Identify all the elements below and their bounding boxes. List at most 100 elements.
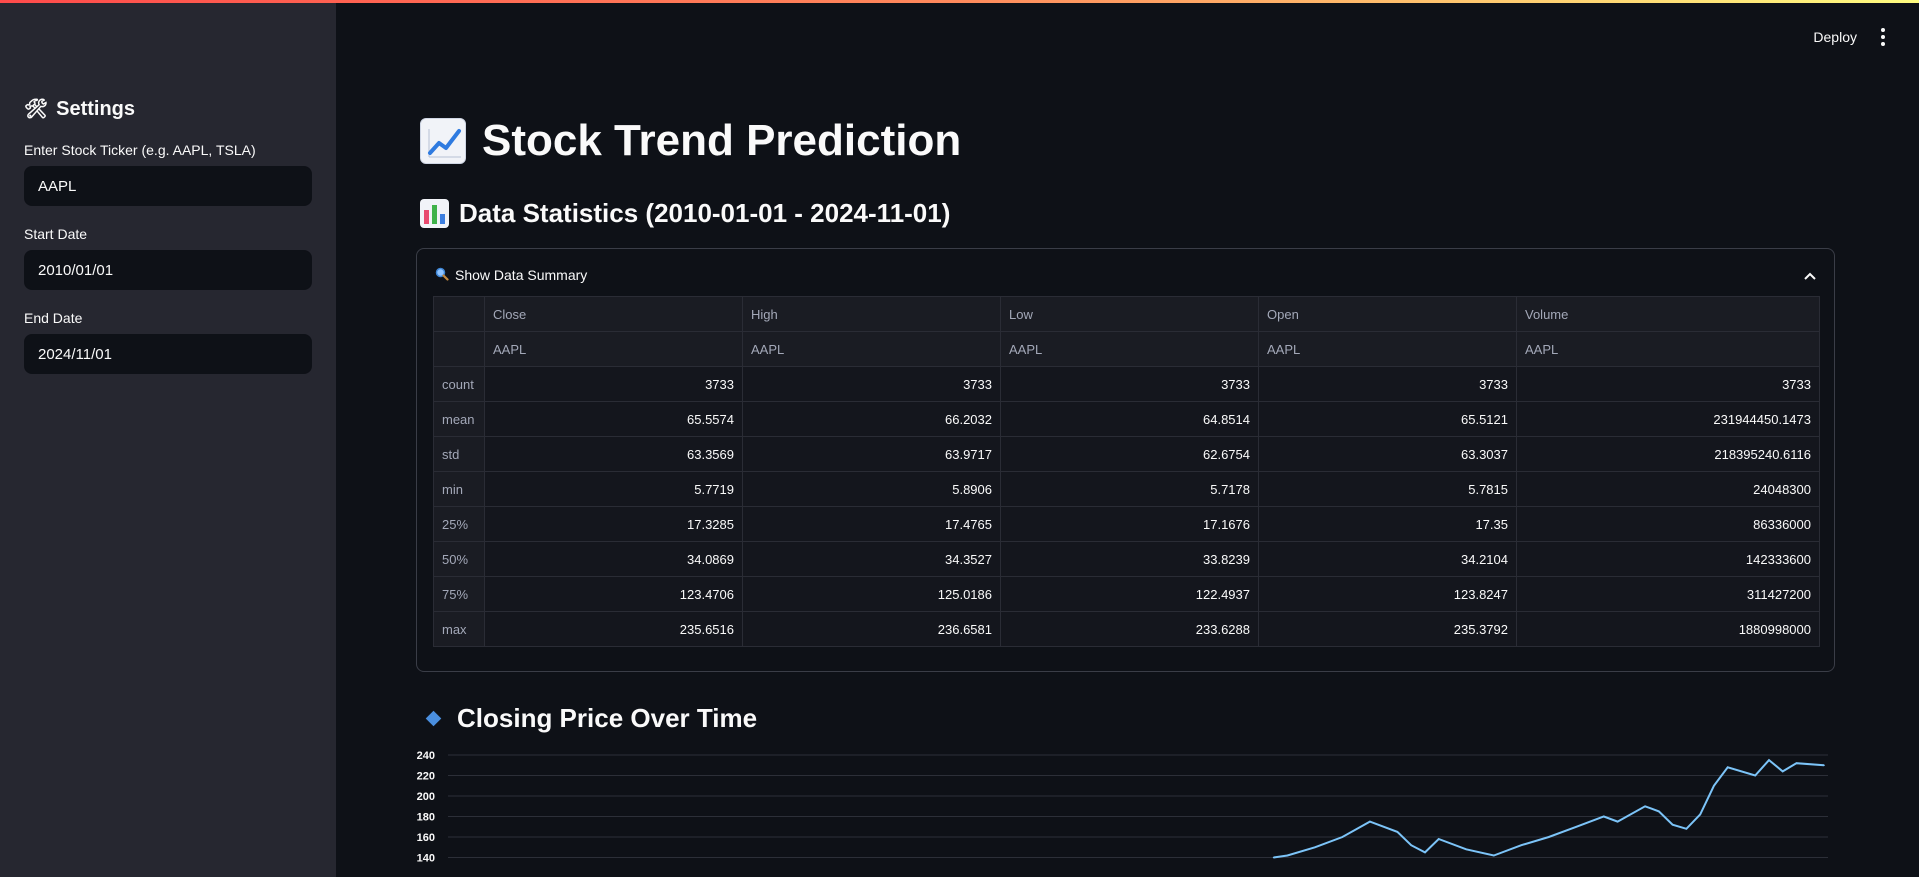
- table-cell[interactable]: 5.7719: [484, 471, 743, 507]
- table-cell[interactable]: 142333600: [1516, 541, 1820, 577]
- data-point: [1369, 820, 1371, 823]
- data-point: [1465, 848, 1467, 851]
- table-cell[interactable]: 64.8514: [1000, 401, 1259, 437]
- end-date-input[interactable]: 2024/11/01: [24, 334, 312, 374]
- table-cell[interactable]: 34.2104: [1258, 541, 1517, 577]
- table-cell[interactable]: 33.8239: [1000, 541, 1259, 577]
- chart-heading-text: Closing Price Over Time: [457, 703, 758, 733]
- column-header[interactable]: Low: [1000, 296, 1259, 332]
- chevron-up-icon[interactable]: [1804, 268, 1816, 283]
- top-decoration-bar: [0, 0, 1919, 3]
- table-cell[interactable]: 3733: [1258, 366, 1517, 402]
- closing-price-chart: 140 160 180 200 220 240: [408, 745, 1828, 877]
- sidebar-title-text: Settings: [56, 97, 136, 120]
- column-header[interactable]: High: [742, 296, 1001, 332]
- table-cell[interactable]: 231944450.1473: [1516, 401, 1820, 437]
- table-cell[interactable]: 233.6288: [1000, 611, 1259, 647]
- header-actions: Deploy: [1813, 26, 1889, 48]
- table-cell[interactable]: 17.35: [1258, 506, 1517, 542]
- table-cell[interactable]: 17.3285: [484, 506, 743, 542]
- table-cell[interactable]: 5.8906: [742, 471, 1001, 507]
- table-cell[interactable]: 34.0869: [484, 541, 743, 577]
- row-index-cell: count: [433, 366, 485, 402]
- table-cell[interactable]: 86336000: [1516, 506, 1820, 542]
- data-point: [1286, 854, 1289, 857]
- closing-price-chart-svg: 140 160 180 200 220 240: [417, 750, 1828, 865]
- ticker-input[interactable]: AAPL: [24, 166, 312, 206]
- row-index-cell: 50%: [433, 541, 485, 577]
- y-tick-label: 220: [417, 771, 435, 783]
- ticker-label: Enter Stock Ticker (e.g. AAPL, TSLA): [24, 142, 256, 158]
- table-cell[interactable]: 65.5574: [484, 401, 743, 437]
- table-row: 25% 17.3285 17.4765 17.1676 17.35 86336000: [433, 506, 1820, 542]
- table-row: count 3733 3733 3733 3733 3733: [433, 366, 1820, 402]
- data-point: [1548, 836, 1550, 838]
- deploy-button[interactable]: Deploy: [1813, 29, 1857, 45]
- data-point: [1520, 844, 1523, 846]
- table-cell[interactable]: 62.6754: [1000, 436, 1259, 472]
- table-cell[interactable]: 3733: [1000, 366, 1259, 402]
- table-cell[interactable]: 5.7178: [1000, 471, 1259, 507]
- table-cell[interactable]: 63.9717: [742, 436, 1001, 472]
- data-point: [1713, 785, 1715, 787]
- start-date-input[interactable]: 2010/01/01: [24, 250, 312, 290]
- data-point: [1314, 846, 1316, 849]
- table-cell[interactable]: 24048300: [1516, 471, 1820, 507]
- table-cell[interactable]: 66.2032: [742, 401, 1001, 437]
- column-header[interactable]: Volume: [1516, 296, 1820, 332]
- table-cell[interactable]: 3733: [742, 366, 1001, 402]
- table-cell[interactable]: 63.3569: [484, 436, 743, 472]
- data-point: [1437, 838, 1440, 840]
- data-point: [1726, 766, 1729, 769]
- y-tick-label: 180: [417, 812, 435, 824]
- y-tick-label: 200: [417, 791, 435, 803]
- table-cell[interactable]: 17.4765: [742, 506, 1001, 542]
- table-cell[interactable]: 125.0186: [742, 576, 1001, 612]
- blue-diamond-icon: [425, 710, 442, 727]
- chart-increasing-icon: [420, 118, 466, 164]
- bar-chart-icon: [420, 199, 449, 228]
- row-index-cell: min: [433, 471, 485, 507]
- row-index-cell: 25%: [433, 506, 485, 542]
- column-subheader: AAPL: [742, 331, 1001, 367]
- table-cell[interactable]: 218395240.6116: [1516, 436, 1820, 472]
- y-tick-label: 140: [417, 853, 435, 865]
- chart-heading: Closing Price Over Time: [425, 703, 758, 734]
- table-cell[interactable]: 17.1676: [1000, 506, 1259, 542]
- column-header[interactable]: Open: [1258, 296, 1517, 332]
- table-cell[interactable]: 65.5121: [1258, 401, 1517, 437]
- table-cell[interactable]: 235.3792: [1258, 611, 1517, 647]
- y-tick-label: 160: [417, 832, 435, 844]
- page-title: Stock Trend Prediction: [420, 116, 961, 166]
- table-row: 75% 123.4706 125.0186 122.4937 123.8247 31142…: [433, 576, 1820, 612]
- data-point: [1341, 836, 1344, 838]
- column-header[interactable]: Close: [484, 296, 743, 332]
- data-point: [1644, 805, 1646, 808]
- row-index-cell: mean: [433, 401, 485, 437]
- expander-header[interactable]: Show Data Summary: [435, 264, 1816, 286]
- kebab-menu-icon[interactable]: [1877, 26, 1889, 48]
- statistics-table: Close High Low Open Volume AAPL AAPL AAP…: [433, 296, 1820, 647]
- table-cell[interactable]: 3733: [1516, 366, 1820, 402]
- table-cell[interactable]: 5.7815: [1258, 471, 1517, 507]
- table-cell[interactable]: 123.8247: [1258, 576, 1517, 612]
- hammer-and-wrench-icon: 🛠: [24, 99, 49, 120]
- table-cell[interactable]: 122.4937: [1000, 576, 1259, 612]
- table-row: mean 65.5574 66.2032 64.8514 65.5121 23194445…: [433, 401, 1820, 437]
- table-cell[interactable]: 235.6516: [484, 611, 743, 647]
- table-cell[interactable]: 34.3527: [742, 541, 1001, 577]
- table-cell[interactable]: 3733: [484, 366, 743, 402]
- table-cell[interactable]: 63.3037: [1258, 436, 1517, 472]
- data-point: [1616, 820, 1619, 823]
- table-cell[interactable]: 236.6581: [742, 611, 1001, 647]
- data-point: [1781, 770, 1784, 773]
- y-tick-label: 240: [417, 750, 435, 762]
- data-point: [1823, 764, 1825, 767]
- table-row: max 235.6516 236.6581 233.6288 235.3792 18809…: [433, 611, 1820, 647]
- table-cell[interactable]: 311427200: [1516, 576, 1820, 612]
- table-cell[interactable]: 123.4706: [484, 576, 743, 612]
- magnifying-glass-icon: [435, 267, 449, 284]
- data-summary-expander: Show Data Summary Close High Low Open Vo…: [416, 248, 1835, 672]
- table-cell[interactable]: 1880998000: [1516, 611, 1820, 647]
- data-point: [1603, 815, 1605, 818]
